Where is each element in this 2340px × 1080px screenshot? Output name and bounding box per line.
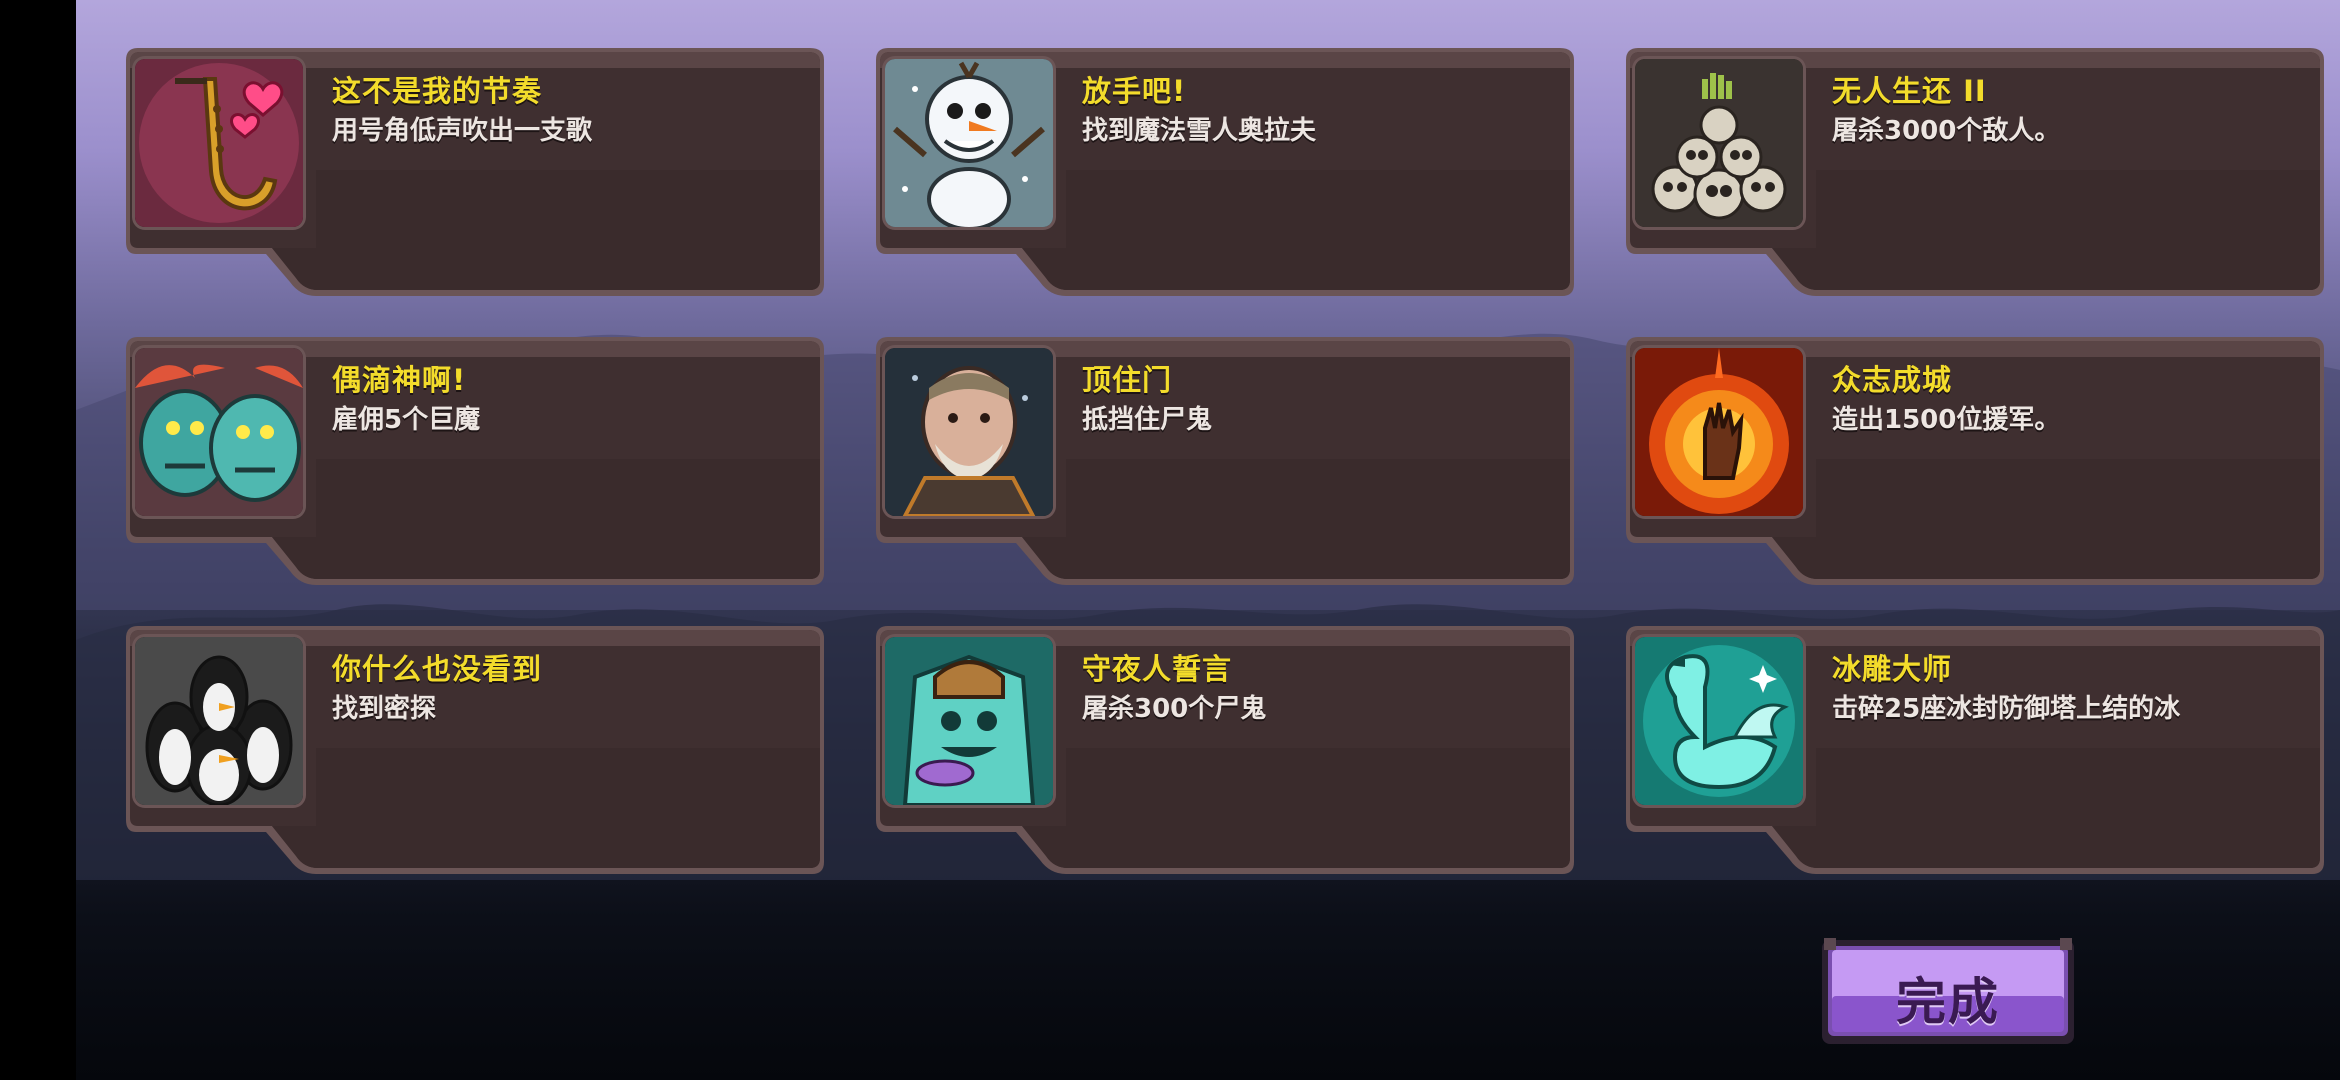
saxophone-hearts-icon (135, 59, 303, 227)
achievement-description: 抵挡住尸鬼 (1082, 405, 1213, 435)
achievement-description: 找到密探 (332, 694, 437, 724)
skull-pile-icon (1635, 59, 1803, 227)
trolls-icon (135, 348, 303, 516)
achievement-card: 无人生还 II 屠杀3000个敌人。 (1616, 44, 2332, 300)
achievement-title: 无人生还 II (1832, 74, 1987, 108)
achievement-card: 这不是我的节奏用号角低声吹出一支歌 (116, 44, 832, 300)
achievement-title: 你什么也没看到 (332, 652, 543, 686)
achievement-card: 守夜人誓言屠杀300个尸鬼 (866, 622, 1582, 878)
bearded-warrior-icon (885, 348, 1053, 516)
achievement-card: 偶滴神啊! 雇佣5个巨魔 (116, 333, 832, 589)
done-button[interactable]: 完成 (1820, 936, 2076, 1048)
achievement-title: 放手吧! (1082, 74, 1187, 108)
achievement-card: 顶住门 抵挡住尸鬼 (866, 333, 1582, 589)
achievement-description: 击碎25座冰封防御塔上结的冰 (1832, 694, 2181, 724)
done-button-label: 完成 (1896, 973, 2000, 1031)
achievement-description: 屠杀300个尸鬼 (1082, 694, 1267, 724)
achievement-card: 众志成城造出1500位援军。 (1616, 333, 2332, 589)
achievement-title: 偶滴神啊! (332, 363, 467, 397)
achievement-title: 这不是我的节奏 (332, 74, 543, 108)
achievement-title: 顶住门 (1082, 363, 1173, 397)
achievement-description: 用号角低声吹出一支歌 (332, 116, 593, 146)
frozen-ghoul-icon (885, 637, 1053, 805)
achievement-card: 你什么也没看到找到密探 (116, 622, 832, 878)
achievement-description: 雇佣5个巨魔 (332, 405, 481, 435)
achievement-description: 屠杀3000个敌人。 (1832, 116, 2061, 146)
achievement-card: 冰雕大师击碎25座冰封防御塔上结的冰 (1616, 622, 2332, 878)
achievement-card: 放手吧! 找到魔法雪人奥拉夫 (866, 44, 1582, 300)
penguins-icon (135, 637, 303, 805)
snowman-icon (885, 59, 1053, 227)
achievement-description: 找到魔法雪人奥拉夫 (1082, 116, 1317, 146)
ice-swan-icon (1635, 637, 1803, 805)
achievement-title: 冰雕大师 (1832, 652, 1953, 686)
achievement-description: 造出1500位援军。 (1832, 405, 2061, 435)
achievement-title: 众志成城 (1832, 363, 1953, 397)
fire-hand-icon (1635, 348, 1803, 516)
achievement-title: 守夜人誓言 (1082, 652, 1233, 686)
